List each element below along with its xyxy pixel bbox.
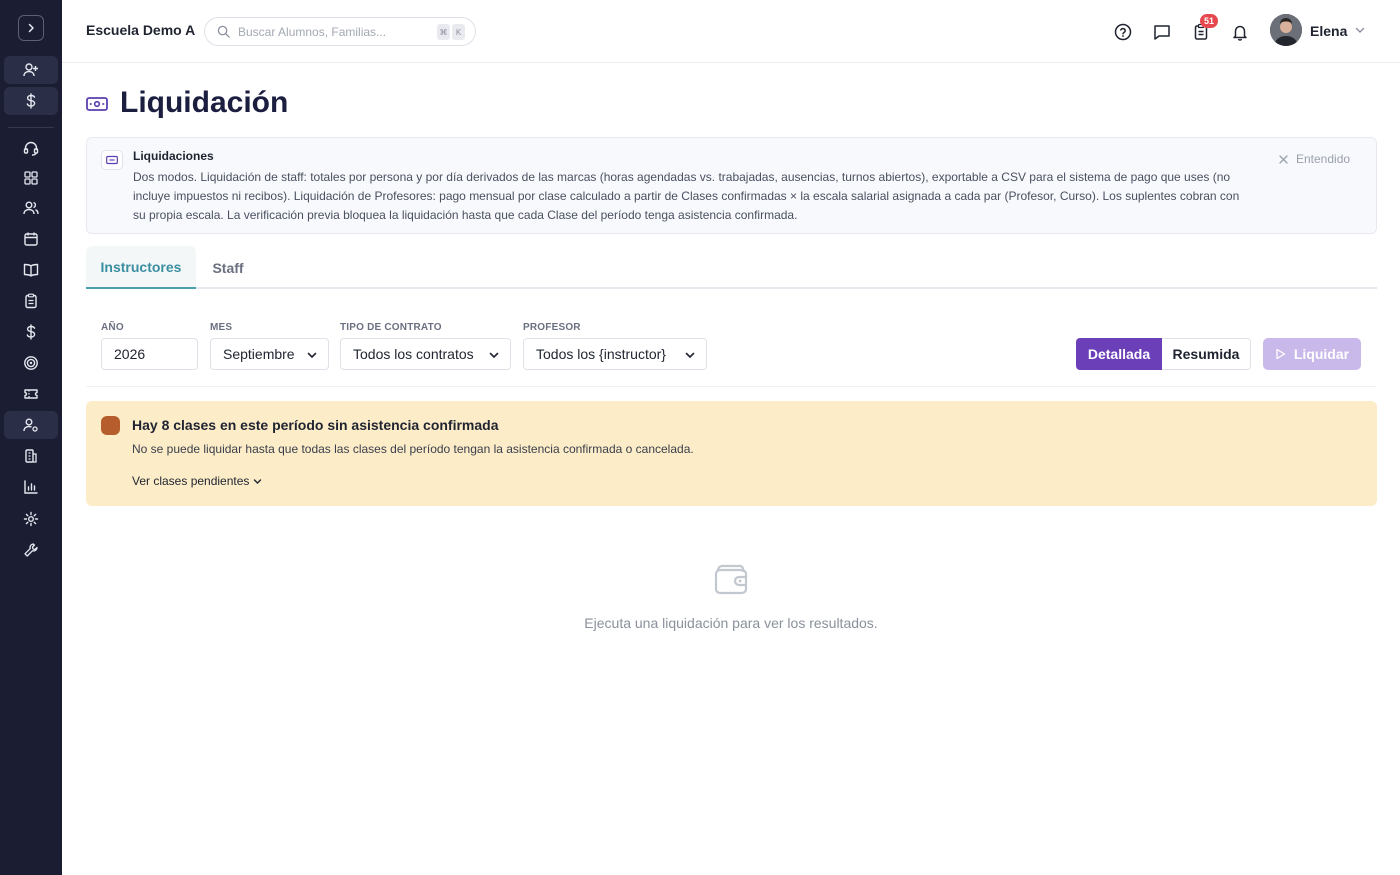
sidebar-item-students[interactable] (4, 194, 58, 222)
user-gear-icon (23, 418, 38, 432)
sidebar-item-institution[interactable] (4, 442, 58, 470)
tab-bar: Instructores Staff (86, 246, 1377, 289)
dismiss-label: Entendido (1296, 152, 1351, 166)
page-title: Liquidación (120, 86, 289, 119)
month-value: Septiembre (223, 346, 295, 362)
ticket-icon (24, 389, 38, 399)
sidebar-item-tickets[interactable] (4, 380, 58, 408)
chevron-down-icon (489, 352, 499, 359)
school-name[interactable]: Escuela Demo A (86, 22, 195, 38)
alert-description: No se puede liquidar hasta que todas las… (132, 442, 694, 456)
view-pending-classes-label: Ver clases pendientes (132, 474, 250, 488)
year-input[interactable]: 2026 (101, 338, 198, 370)
info-icon (101, 150, 123, 170)
sidebar-item-payment[interactable] (4, 87, 58, 115)
shortcut-key-k: K (452, 24, 465, 40)
run-payroll-label: Liquidar (1293, 346, 1350, 362)
dashboard-icon (24, 171, 38, 185)
sidebar-item-attendance[interactable] (4, 287, 58, 315)
building-icon (25, 449, 37, 463)
wrench-icon (24, 543, 38, 557)
tasks-count-badge: 51 (1200, 14, 1218, 28)
target-icon (24, 356, 38, 370)
headset-icon (23, 141, 39, 156)
empty-state-message: Ejecuta una liquidación para ver los res… (584, 615, 878, 631)
sidebar-item-tools[interactable] (4, 536, 58, 564)
sidebar (0, 0, 62, 875)
view-pending-classes-link[interactable]: Ver clases pendientes (132, 474, 262, 488)
dollar-icon (26, 93, 36, 109)
chevron-down-icon (685, 352, 695, 359)
run-payroll-button[interactable]: Liquidar (1263, 338, 1361, 370)
dollar-icon (26, 324, 36, 340)
banknote-icon (86, 97, 108, 111)
dismiss-button[interactable]: Entendido (1279, 152, 1350, 166)
summary-view-button[interactable]: Resumida (1162, 338, 1251, 370)
year-label: AÑO (101, 322, 124, 333)
info-callout: Liquidaciones Dos modos. Liquidación de … (86, 137, 1377, 234)
user-photo-icon (1270, 14, 1302, 46)
users-icon (23, 201, 39, 215)
info-title: Liquidaciones (133, 149, 214, 163)
notifications-button[interactable] (1229, 21, 1251, 43)
bar-chart-icon (24, 480, 38, 494)
sidebar-item-settings[interactable] (4, 505, 58, 533)
warning-icon (101, 416, 120, 435)
help-button[interactable] (1112, 21, 1134, 43)
close-icon (1279, 154, 1288, 164)
search-icon (217, 25, 230, 38)
tab-instructores[interactable]: Instructores (86, 246, 196, 289)
message-square-icon (1154, 25, 1170, 40)
chevron-right-icon (28, 23, 34, 33)
calendar-icon (24, 232, 38, 246)
sidebar-item-payroll[interactable] (4, 411, 58, 439)
view-mode-toggle: Detallada Resumida (1076, 338, 1251, 370)
messages-button[interactable] (1151, 21, 1173, 43)
avatar[interactable] (1270, 14, 1302, 46)
gear-icon (23, 511, 39, 527)
chevron-down-icon (254, 478, 262, 484)
shortcut-key-cmd: ⌘ (437, 24, 450, 40)
user-name[interactable]: Elena (1310, 23, 1347, 39)
tab-staff[interactable]: Staff (196, 246, 260, 289)
sidebar-expand-button[interactable] (18, 15, 44, 41)
detailed-view-button[interactable]: Detallada (1076, 338, 1162, 370)
sidebar-item-billing[interactable] (4, 318, 58, 346)
wallet-icon (714, 564, 748, 595)
teacher-select[interactable]: Todos los {instructor} (523, 338, 707, 370)
play-icon (1276, 348, 1286, 360)
info-description: Dos modos. Liquidación de staff: totales… (133, 170, 1240, 222)
teacher-value: Todos los {instructor} (536, 346, 666, 362)
help-circle-icon (1114, 23, 1132, 41)
banknote-icon (106, 155, 118, 165)
alert-title: Hay 8 clases en este período sin asisten… (132, 417, 499, 433)
sidebar-item-goals[interactable] (4, 349, 58, 377)
contract-type-label: TIPO DE CONTRATO (340, 322, 442, 333)
top-header: Escuela Demo A ⌘ K 51 Elena (62, 0, 1400, 63)
clipboard-icon (25, 293, 37, 309)
contract-type-select[interactable]: Todos los contratos (340, 338, 511, 370)
user-plus-icon (23, 63, 38, 77)
search-bar[interactable]: ⌘ K (204, 17, 476, 46)
warning-alert: Hay 8 clases en este período sin asisten… (86, 401, 1377, 506)
month-label: MES (210, 322, 233, 333)
month-select[interactable]: Septiembre (210, 338, 329, 370)
sidebar-item-calendar[interactable] (4, 225, 58, 253)
sidebar-divider (8, 127, 54, 128)
sidebar-item-courses[interactable] (4, 256, 58, 284)
book-icon (23, 263, 39, 277)
section-divider (86, 386, 1377, 387)
teacher-label: PROFESOR (523, 322, 581, 333)
search-input[interactable] (238, 24, 418, 39)
contract-type-value: Todos los contratos (353, 346, 474, 362)
chevron-down-icon (307, 352, 317, 359)
sidebar-item-dashboard[interactable] (4, 164, 58, 192)
sidebar-item-reports[interactable] (4, 473, 58, 501)
chevron-down-icon[interactable] (1354, 24, 1366, 36)
sidebar-item-support[interactable] (4, 134, 58, 162)
sidebar-item-add-student[interactable] (4, 56, 58, 84)
bell-icon (1233, 25, 1247, 41)
